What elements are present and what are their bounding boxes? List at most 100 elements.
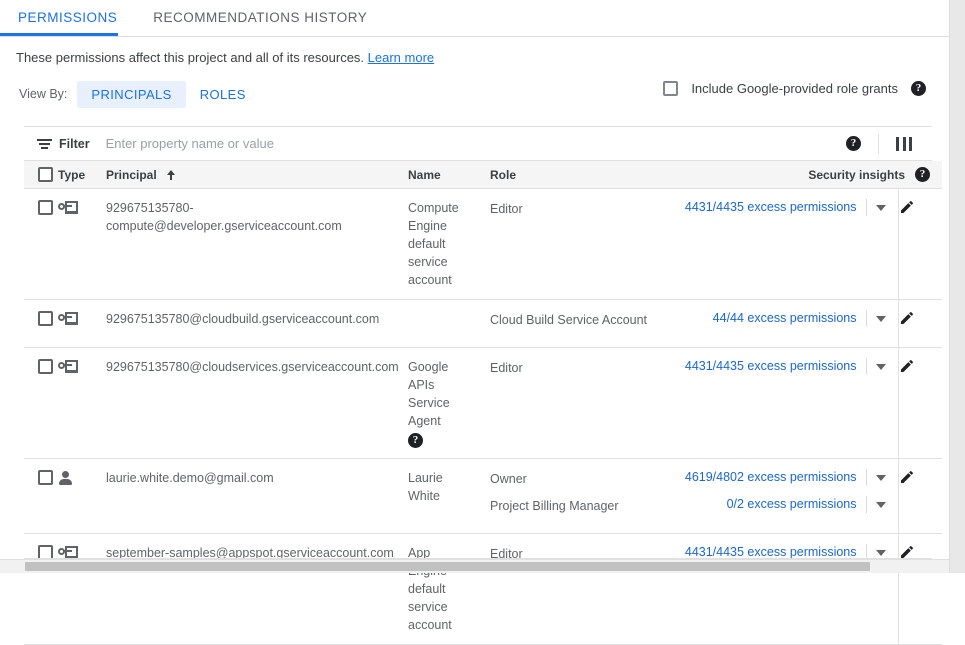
chevron-down-icon[interactable] xyxy=(876,502,886,508)
principal-text: 929675135780@cloudservices.gserviceaccou… xyxy=(106,348,408,386)
page-description: These permissions affect this project an… xyxy=(0,37,965,65)
row-edit-cell xyxy=(898,348,942,459)
table-row[interactable]: 929675135780-compute@developer.gservicea… xyxy=(24,189,942,300)
name-text xyxy=(408,300,490,320)
select-all-header xyxy=(24,161,58,189)
filter-button[interactable]: Filter xyxy=(37,137,90,151)
divider xyxy=(866,469,867,486)
row-principal-cell: 929675135780-compute@developer.gservicea… xyxy=(106,189,408,300)
principal-text: 929675135780@cloudbuild.gserviceaccount.… xyxy=(106,300,408,338)
column-header-principal[interactable]: Principal xyxy=(106,161,408,189)
excess-permissions-link[interactable]: 4431/4435 excess permissions xyxy=(685,358,857,375)
column-header-role[interactable]: Role xyxy=(490,161,670,189)
row-checkbox[interactable] xyxy=(38,359,53,374)
row-checkbox[interactable] xyxy=(38,470,53,485)
excess-permissions-link[interactable]: 4431/4435 excess permissions xyxy=(685,199,857,216)
name-text: LaurieWhite xyxy=(408,459,490,515)
pencil-icon[interactable] xyxy=(899,469,915,485)
include-google-provided-checkbox[interactable] xyxy=(663,81,678,96)
filter-bar: Filter ? xyxy=(24,127,932,161)
row-checkbox[interactable] xyxy=(38,311,53,326)
help-icon[interactable]: ? xyxy=(846,136,861,151)
principal-text: laurie.white.demo@gmail.com xyxy=(106,459,408,497)
table-row[interactable]: september-samples@appspot.gserviceaccoun… xyxy=(24,534,942,645)
service-account-icon xyxy=(58,360,78,375)
column-header-security-insights[interactable]: Security insights ? xyxy=(670,161,942,189)
name-text: GoogleAPIsServiceAgent? xyxy=(408,348,490,458)
description-text: These permissions affect this project an… xyxy=(16,50,364,65)
google-provided-grants-control: Include Google-provided role grants ? xyxy=(663,81,926,96)
row-security-insights-cell: 4431/4435 excess permissions xyxy=(670,348,898,459)
role-text: Editor xyxy=(490,358,670,385)
select-all-checkbox[interactable] xyxy=(38,167,53,182)
row-type-cell xyxy=(58,189,106,300)
include-google-provided-label: Include Google-provided role grants xyxy=(691,81,898,96)
row-name-cell: GoogleAPIsServiceAgent? xyxy=(408,348,490,459)
help-icon[interactable]: ? xyxy=(408,433,423,448)
vertical-scrollbar[interactable] xyxy=(949,0,965,573)
filter-bar-actions: ? xyxy=(846,127,932,160)
filter-input[interactable] xyxy=(104,135,508,152)
tab-bar: PERMISSIONS RECOMMENDATIONS HISTORY xyxy=(0,0,965,37)
column-header-principal-label: Principal xyxy=(106,168,157,182)
view-by-label: View By: xyxy=(19,87,67,101)
chevron-down-icon[interactable] xyxy=(876,364,886,370)
divider xyxy=(866,496,867,513)
table-row[interactable]: 929675135780@cloudbuild.gserviceaccount.… xyxy=(24,300,942,348)
divider xyxy=(866,310,867,327)
row-select-cell xyxy=(24,189,58,300)
chevron-down-icon[interactable] xyxy=(876,316,886,322)
tab-permissions[interactable]: PERMISSIONS xyxy=(0,0,135,36)
row-name-cell: AppEnginedefaultserviceaccount xyxy=(408,534,490,645)
row-edit-cell xyxy=(898,300,942,348)
horizontal-scrollbar-thumb[interactable] xyxy=(25,562,870,571)
row-select-cell xyxy=(24,534,58,645)
divider xyxy=(866,199,867,216)
chevron-down-icon[interactable] xyxy=(876,205,886,211)
row-security-insights-cell: 4431/4435 excess permissions xyxy=(670,534,898,645)
view-by-row: View By: PRINCIPALS ROLES Include Google… xyxy=(0,79,965,109)
active-tab-indicator xyxy=(0,33,118,36)
help-icon[interactable]: ? xyxy=(911,81,926,96)
row-edit-cell xyxy=(898,189,942,300)
tab-recommendations-history[interactable]: RECOMMENDATIONS HISTORY xyxy=(135,0,385,36)
pencil-icon[interactable] xyxy=(899,358,915,374)
table-header-row: Type Principal Name Role Security insigh… xyxy=(24,161,942,189)
row-role-cell: Cloud Build Service Account xyxy=(490,300,670,348)
name-text: ComputeEnginedefaultserviceaccount xyxy=(408,189,490,299)
row-role-cell: Editor xyxy=(490,348,670,459)
horizontal-scrollbar[interactable] xyxy=(0,559,950,573)
row-select-cell xyxy=(24,348,58,459)
row-name-cell: ComputeEnginedefaultserviceaccount xyxy=(408,189,490,300)
excess-permissions-link[interactable]: 44/44 excess permissions xyxy=(713,310,857,327)
row-role-cell: Editor xyxy=(490,189,670,300)
pencil-icon[interactable] xyxy=(899,199,915,215)
row-security-insights-cell: 4619/4802 excess permissions 0/2 excess p… xyxy=(670,459,898,534)
columns-icon[interactable] xyxy=(896,137,912,151)
role-text: Owner xyxy=(490,469,670,496)
help-icon[interactable]: ? xyxy=(915,167,930,182)
table-body: 929675135780-compute@developer.gservicea… xyxy=(24,189,942,645)
column-header-type[interactable]: Type xyxy=(58,161,106,189)
excess-permissions-link[interactable]: 0/2 excess permissions xyxy=(727,496,857,513)
divider xyxy=(878,134,879,154)
learn-more-link[interactable]: Learn more xyxy=(368,50,434,65)
principal-text: 929675135780-compute@developer.gservicea… xyxy=(106,189,408,245)
excess-permissions-link[interactable]: 4619/4802 excess permissions xyxy=(685,469,857,486)
column-header-name[interactable]: Name xyxy=(408,161,490,189)
row-name-cell: LaurieWhite xyxy=(408,459,490,534)
row-edit-cell xyxy=(898,459,942,534)
view-by-principals[interactable]: PRINCIPALS xyxy=(77,81,185,108)
chevron-down-icon[interactable] xyxy=(876,475,886,481)
role-text: Project Billing Manager xyxy=(490,496,670,523)
table-row[interactable]: laurie.white.demo@gmail.comLaurieWhiteOw… xyxy=(24,459,942,534)
service-account-icon xyxy=(58,312,78,327)
filter-label: Filter xyxy=(59,137,90,151)
row-type-cell xyxy=(58,300,106,348)
chevron-down-icon[interactable] xyxy=(876,550,886,556)
pencil-icon[interactable] xyxy=(899,310,915,326)
row-checkbox[interactable] xyxy=(38,200,53,215)
table-row[interactable]: 929675135780@cloudservices.gserviceaccou… xyxy=(24,348,942,459)
row-role-cell: Editor xyxy=(490,534,670,645)
view-by-roles[interactable]: ROLES xyxy=(186,81,260,108)
